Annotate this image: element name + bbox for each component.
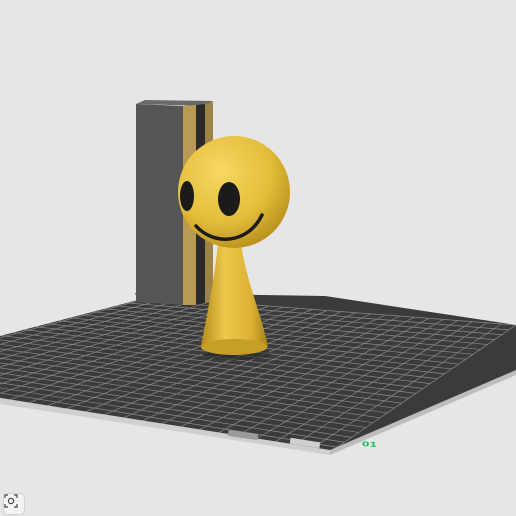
figure-base-rim [201, 339, 267, 355]
right-eye [218, 182, 240, 216]
camera-view-icon [4, 494, 18, 508]
scene [0, 100, 516, 455]
bed-number-label: 01 [361, 440, 378, 449]
3d-viewport[interactable]: 01 [0, 0, 516, 516]
left-eye [180, 181, 194, 211]
camera-view-button[interactable] [4, 494, 24, 514]
block-front-face [136, 104, 183, 305]
